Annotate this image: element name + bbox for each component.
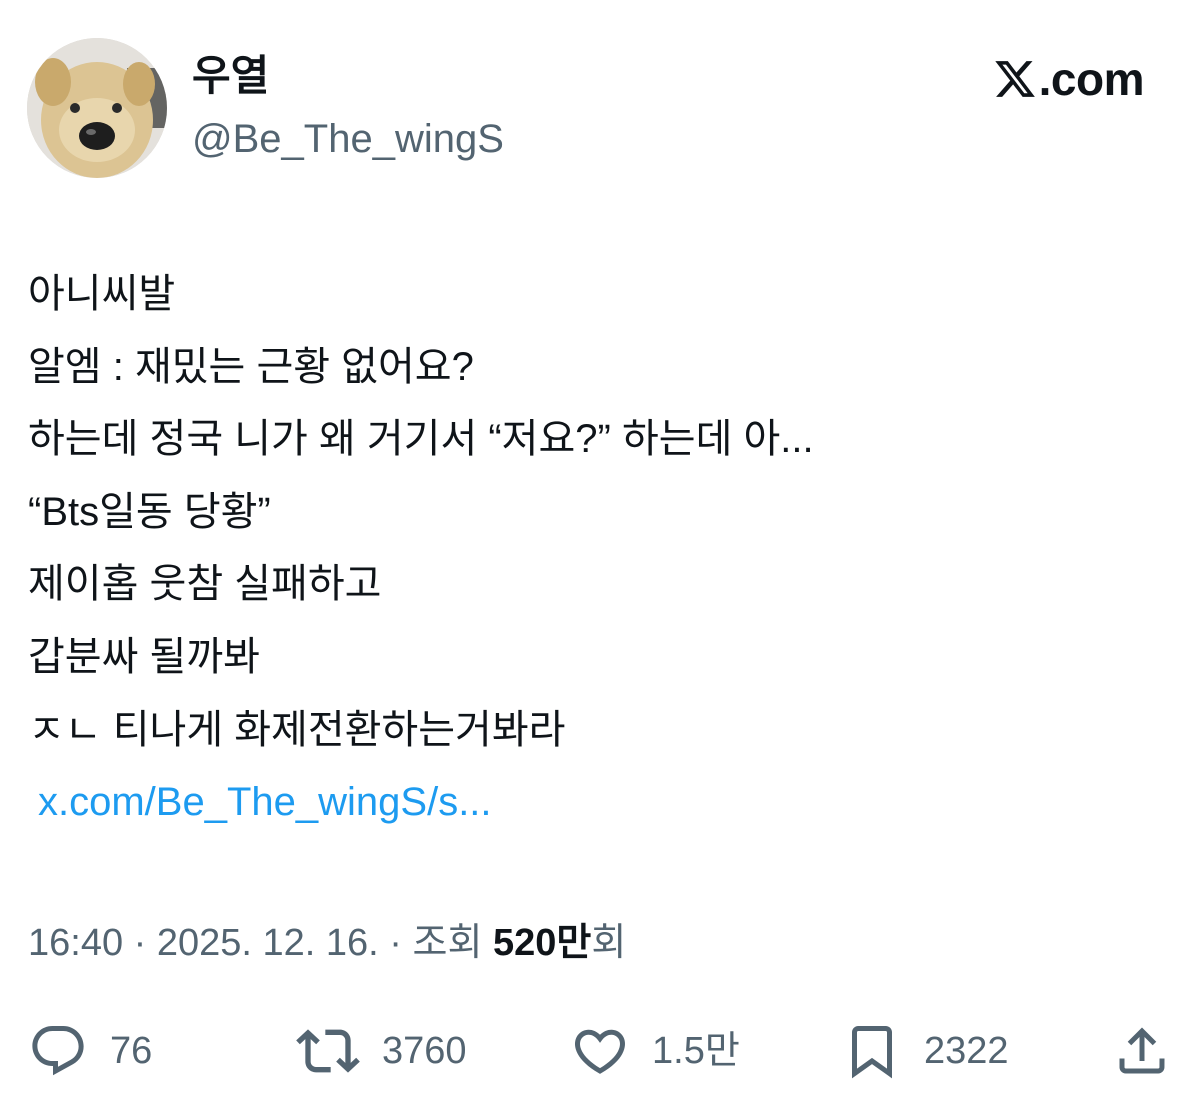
share-button[interactable] [1112,1012,1172,1090]
tweet-line: 제이홉 웃참 실패하고 [28,562,382,607]
views-count: 520만 [493,922,592,964]
tweet-line: 아니씨발 [28,272,176,316]
like-button[interactable]: 1.5만 [570,1012,740,1090]
share-upload-icon [1119,1027,1165,1074]
views-suffix: 회 [591,922,627,964]
handle[interactable]: @Be_The_wingS [192,112,504,166]
reply-count: 76 [110,1030,153,1072]
reply-bubble-icon [32,1026,84,1076]
tweet-line: 하는데 정국 니가 왜 거기서 “저요?” 하는데 아... [28,417,814,462]
heart-icon [574,1029,626,1074]
tweet-line: “Bts일동 당황” [28,489,271,534]
tweet-line: 갑분싸 될까봐 [28,634,260,679]
meta-separator: · [378,922,413,964]
bookmark-count: 2322 [924,1030,1009,1072]
bookmark-button[interactable]: 2322 [842,1012,1009,1090]
display-name[interactable]: 우열 [192,48,269,104]
bookmark-icon [852,1026,892,1079]
x-logo-icon [994,61,1035,97]
tweet-meta: 16:40 · 2025. 12. 16. · 조회 520만 회 [28,912,626,974]
retweet-button[interactable]: 3760 [296,1012,467,1090]
retweet-count: 3760 [382,1030,467,1072]
timestamp-date[interactable]: 2025. 12. 16. [157,912,379,974]
tweet-text: 아니씨발 알엠 : 재밌는 근황 없어요? 하는데 정국 니가 왜 거기서 “저… [28,258,1168,839]
tweet-line: 알엠 : 재밌는 근황 없어요? [28,344,474,389]
action-bar: 76 3760 1.5만 2322 [0,1012,1200,1090]
reply-button[interactable]: 76 [28,1012,152,1090]
like-count: 1.5만 [652,1030,740,1072]
brand-label: .com [1038,53,1145,105]
timestamp-time[interactable]: 16:40 [28,912,123,974]
tweet-link[interactable]: x.com/Be_The_wingS/s... [28,766,1168,839]
brand-watermark: .com [993,48,1145,110]
meta-separator: · [123,922,157,964]
views-label: 조회 [412,922,493,964]
retweet-icon [296,1029,360,1073]
dog-bread-avatar-icon [27,38,167,178]
tweet-line: ㅈㄴ 티나게 화제전환하는거봐라 [28,707,566,752]
avatar[interactable] [27,38,167,178]
